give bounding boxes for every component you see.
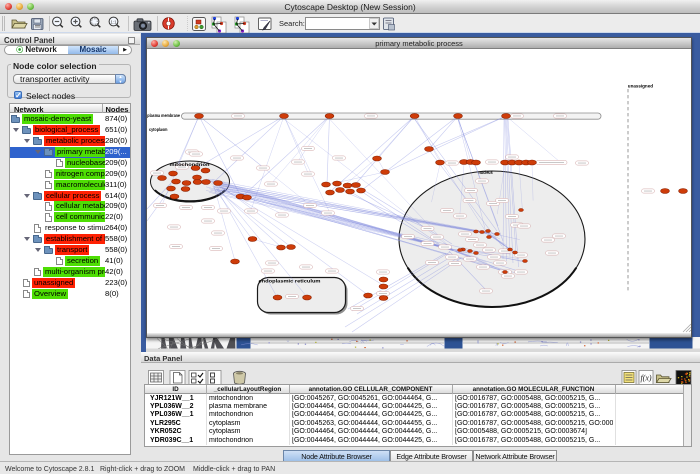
svg-text:f(x): f(x) — [640, 374, 651, 383]
svg-text:nucleus: nucleus — [479, 169, 494, 174]
svg-text:endoplasmic reticulum: endoplasmic reticulum — [259, 278, 321, 284]
svg-text:cytoplasm: cytoplasm — [149, 127, 168, 133]
svg-text:Search:: Search: — [279, 19, 305, 28]
svg-text:1:1: 1:1 — [111, 19, 118, 24]
svg-text:unassigned: unassigned — [628, 83, 654, 88]
svg-text:mitochondrion: mitochondrion — [170, 161, 210, 167]
svg-text:plasma membrane: plasma membrane — [147, 112, 180, 118]
